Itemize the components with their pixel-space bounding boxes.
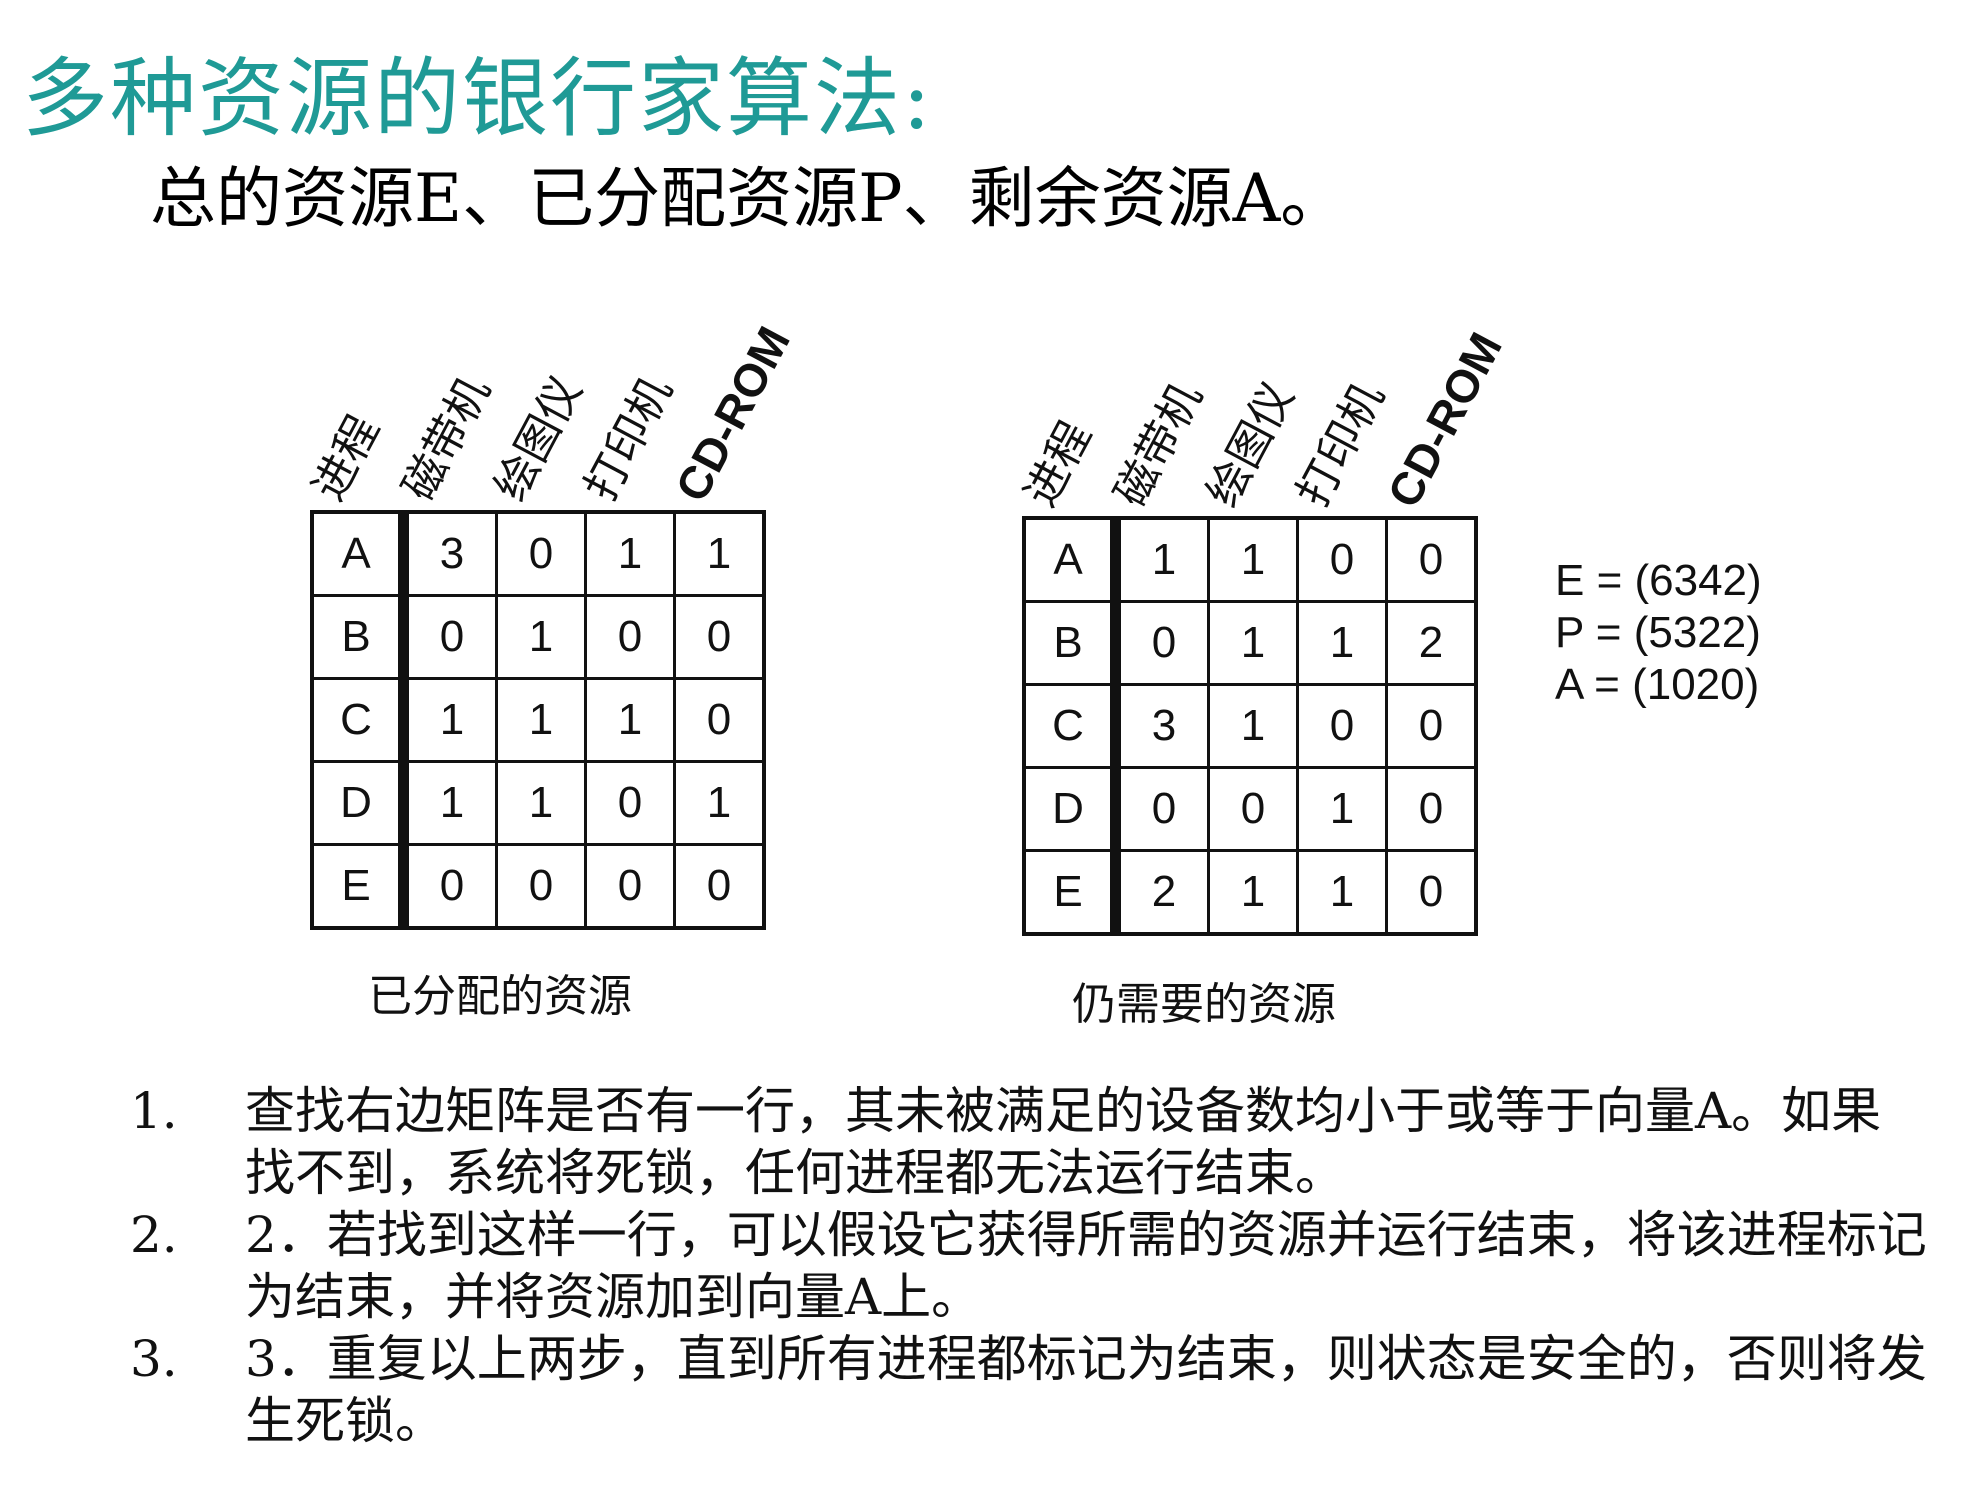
- value-cell: 1: [402, 760, 498, 846]
- column-header-plotter: 绘图仪: [1198, 375, 1304, 515]
- column-header-printer: 打印机: [1288, 375, 1394, 515]
- process-cell: E: [1022, 849, 1121, 936]
- value-cell: 1: [1207, 683, 1299, 769]
- value-cell: 0: [1385, 683, 1478, 769]
- table-row: D 1 1 0 1: [310, 760, 766, 846]
- value-cell: 0: [584, 843, 676, 930]
- value-cell: 0: [584, 594, 676, 680]
- value-cell: 1: [584, 510, 676, 597]
- list-item: 2. 2．若找到这样一行，可以假设它获得所需的资源并运行结束，将该进程标记为结束…: [130, 1204, 1930, 1328]
- value-cell: 1: [495, 760, 587, 846]
- table-row: E 2 1 1 0: [1022, 849, 1478, 936]
- value-cell: 3: [1114, 683, 1210, 769]
- value-cell: 0: [1114, 766, 1210, 852]
- column-header-plotter: 绘图仪: [486, 369, 592, 509]
- table-row: A 1 1 0 0: [1022, 516, 1478, 603]
- process-cell: A: [310, 510, 409, 597]
- value-cell: 0: [1296, 683, 1388, 769]
- allocated-column-headers: 进程 磁带机 绘图仪 打印机 CD-ROM: [300, 290, 820, 510]
- list-item: 3. 3．重复以上两步，直到所有进程都标记为结束，则状态是安全的，否则将发生死锁…: [130, 1328, 1930, 1452]
- needed-caption: 仍需要的资源: [1072, 979, 1336, 1030]
- value-cell: 1: [1114, 516, 1210, 603]
- vector-e: E = (6342): [1555, 556, 1762, 605]
- value-cell: 1: [1207, 600, 1299, 686]
- process-cell: D: [310, 760, 409, 846]
- column-header-printer: 打印机: [576, 369, 682, 509]
- process-cell: E: [310, 843, 409, 930]
- table-row: B 0 1 1 2: [1022, 600, 1478, 686]
- value-cell: 2: [1385, 600, 1478, 686]
- algorithm-steps: 1. 查找右边矩阵是否有一行，其未被满足的设备数均小于或等于向量A。如果找不到，…: [130, 1080, 1930, 1452]
- page-subtitle: 总的资源E、已分配资源P、剩余资源A。: [150, 160, 1347, 237]
- column-header-tape: 磁带机: [1106, 375, 1212, 515]
- step-text: 3．重复以上两步，直到所有进程都标记为结束，则状态是安全的，否则将发生死锁。: [245, 1330, 1927, 1450]
- process-cell: A: [1022, 516, 1121, 603]
- value-cell: 1: [1207, 516, 1299, 603]
- value-cell: 0: [495, 843, 587, 930]
- process-cell: D: [1022, 766, 1121, 852]
- table-row: C 3 1 0 0: [1022, 683, 1478, 769]
- process-cell: B: [310, 594, 409, 680]
- value-cell: 1: [673, 510, 766, 597]
- list-item: 1. 查找右边矩阵是否有一行，其未被满足的设备数均小于或等于向量A。如果找不到，…: [130, 1080, 1930, 1204]
- allocated-caption: 已分配的资源: [368, 971, 632, 1022]
- value-cell: 0: [1296, 516, 1388, 603]
- value-cell: 0: [673, 594, 766, 680]
- vector-a: A = (1020): [1555, 660, 1760, 709]
- step-number: 3.: [130, 1330, 178, 1388]
- step-number: 2.: [130, 1206, 178, 1264]
- process-cell: B: [1022, 600, 1121, 686]
- needed-figure: 进程 磁带机 绘图仪 打印机 CD-ROM A 1 1 0 0 B 0 1 1 …: [1012, 296, 1532, 1056]
- value-cell: 0: [673, 677, 766, 763]
- column-header-process: 进程: [1016, 413, 1101, 515]
- step-number: 1.: [130, 1082, 178, 1140]
- value-cell: 1: [1296, 849, 1388, 936]
- table-row: E 0 0 0 0: [310, 843, 766, 930]
- step-text: 查找右边矩阵是否有一行，其未被满足的设备数均小于或等于向量A。如果找不到，系统将…: [245, 1082, 1882, 1202]
- needed-column-headers: 进程 磁带机 绘图仪 打印机 CD-ROM: [1012, 296, 1532, 516]
- step-text: 2．若找到这样一行，可以假设它获得所需的资源并运行结束，将该进程标记为结束，并将…: [245, 1206, 1927, 1326]
- value-cell: 0: [1207, 766, 1299, 852]
- value-cell: 0: [402, 843, 498, 930]
- needed-matrix: A 1 1 0 0 B 0 1 1 2 C 3 1 0 0 D 0 0 1 0: [1022, 516, 1478, 936]
- column-header-process: 进程: [304, 407, 389, 509]
- allocated-figure: 进程 磁带机 绘图仪 打印机 CD-ROM A 3 0 1 1 B 0 1 0 …: [300, 290, 820, 1050]
- page-title: 多种资源的银行家算法:: [22, 49, 933, 149]
- resource-vectors: E = (6342) P = (5322) A = (1020): [1555, 555, 1762, 711]
- value-cell: 1: [495, 677, 587, 763]
- value-cell: 1: [1296, 600, 1388, 686]
- value-cell: 1: [673, 760, 766, 846]
- value-cell: 0: [673, 843, 766, 930]
- value-cell: 0: [584, 760, 676, 846]
- value-cell: 1: [495, 594, 587, 680]
- table-row: B 0 1 0 0: [310, 594, 766, 680]
- value-cell: 1: [1207, 849, 1299, 936]
- process-cell: C: [310, 677, 409, 763]
- value-cell: 1: [1296, 766, 1388, 852]
- value-cell: 0: [402, 594, 498, 680]
- value-cell: 0: [495, 510, 587, 597]
- table-row: D 0 0 1 0: [1022, 766, 1478, 852]
- vector-p: P = (5322): [1555, 608, 1761, 657]
- value-cell: 0: [1385, 766, 1478, 852]
- allocated-matrix: A 3 0 1 1 B 0 1 0 0 C 1 1 1 0 D 1 1 0 1: [310, 510, 766, 930]
- table-row: A 3 0 1 1: [310, 510, 766, 597]
- value-cell: 1: [584, 677, 676, 763]
- column-header-cdrom: CD-ROM: [1377, 324, 1512, 516]
- table-row: C 1 1 1 0: [310, 677, 766, 763]
- value-cell: 1: [402, 677, 498, 763]
- column-header-tape: 磁带机: [394, 369, 500, 509]
- column-header-cdrom: CD-ROM: [665, 318, 800, 510]
- process-cell: C: [1022, 683, 1121, 769]
- value-cell: 0: [1385, 849, 1478, 936]
- value-cell: 2: [1114, 849, 1210, 936]
- value-cell: 3: [402, 510, 498, 597]
- value-cell: 0: [1385, 516, 1478, 603]
- value-cell: 0: [1114, 600, 1210, 686]
